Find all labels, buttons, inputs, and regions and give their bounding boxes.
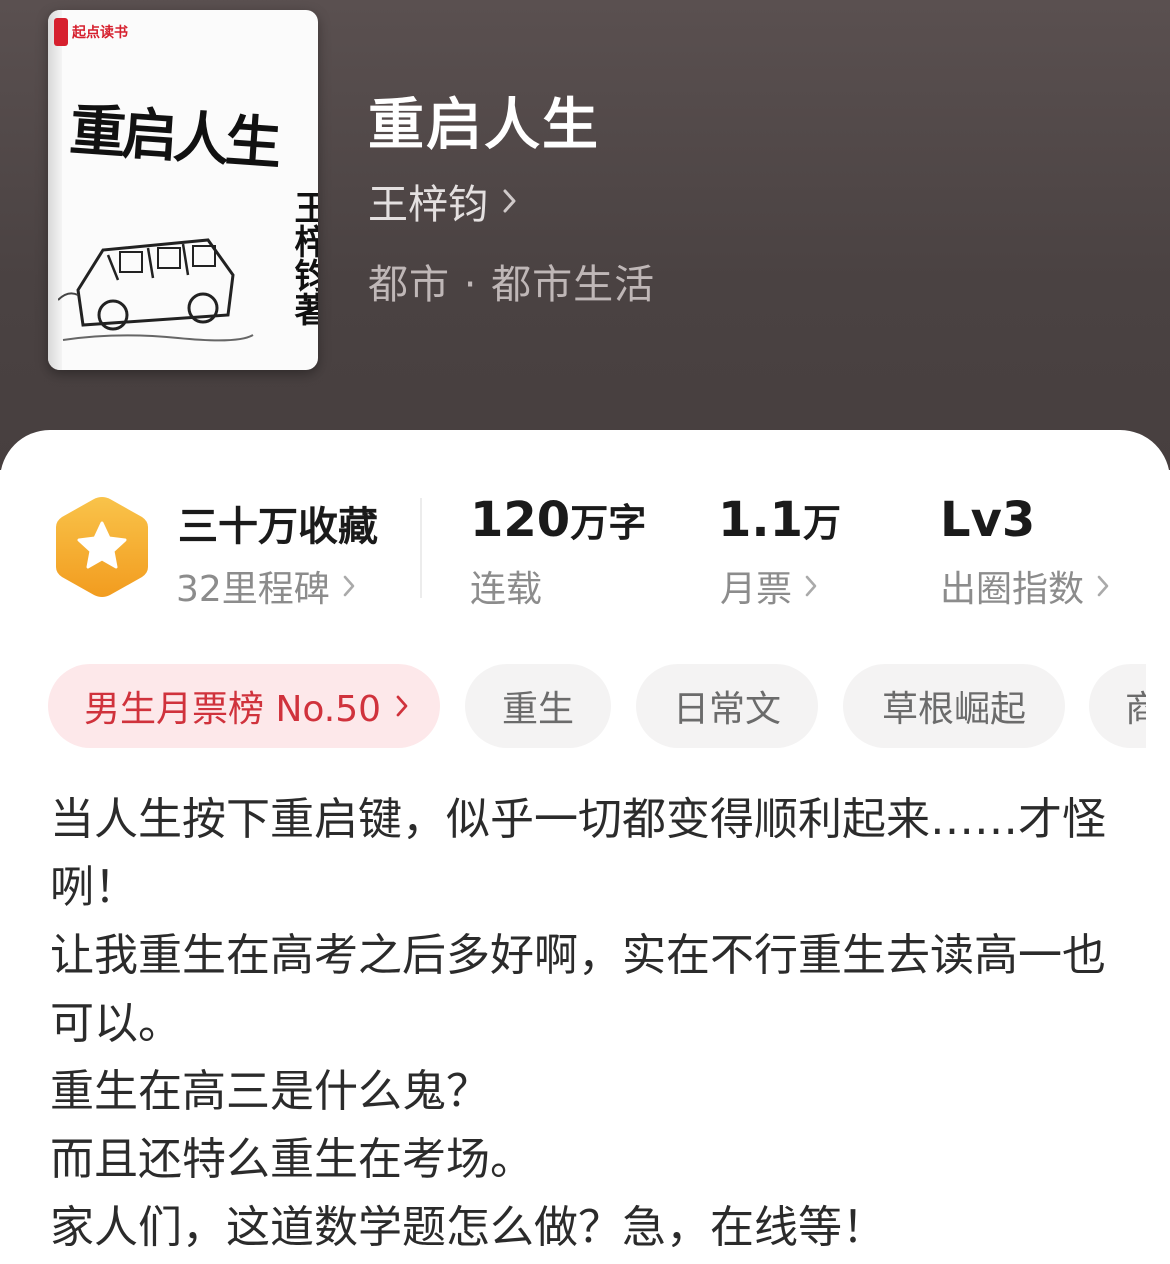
cover-title: 重启人生 bbox=[67, 96, 280, 178]
monthly-ticket-label: 月票 bbox=[720, 569, 793, 610]
serial-status-label: 连载 bbox=[470, 569, 543, 610]
chevron-right-icon bbox=[343, 575, 355, 597]
word-count: 120万字 bbox=[470, 492, 646, 548]
milestone-label: 32里程碑 bbox=[176, 569, 330, 610]
collection-count: 三十万收藏 bbox=[178, 504, 378, 550]
cover-author: 王梓钧著 bbox=[288, 190, 318, 326]
publisher-logo-text: 起点读书 bbox=[72, 25, 128, 41]
synopsis-paragraph: 当人生按下重启键，似乎一切都变得顺利起来……才怪咧！ bbox=[50, 794, 1106, 913]
influence-link[interactable]: 出圈指数 bbox=[940, 560, 1110, 612]
book-cover[interactable]: 起点读书 重启人生 王梓钧著 bbox=[48, 10, 318, 370]
book-genre: 都市 · 都市生活 bbox=[368, 262, 656, 308]
chevron-right-icon bbox=[805, 575, 817, 597]
monthly-ticket-unit: 万 bbox=[803, 501, 842, 545]
rank-tag[interactable]: 男生月票榜 No.50 bbox=[48, 664, 440, 748]
synopsis-paragraph: 让我重生在高考之后多好啊，实在不行重生去读高一也可以。 bbox=[50, 930, 1106, 1049]
chevron-right-icon bbox=[503, 189, 516, 213]
chevron-right-icon bbox=[396, 695, 408, 717]
publisher-logo: 起点读书 bbox=[54, 18, 128, 46]
monthly-ticket-link[interactable]: 月票 bbox=[720, 560, 818, 612]
monthly-ticket-number: 1.1 bbox=[718, 492, 804, 548]
influence-level: Lv3 bbox=[940, 492, 1036, 548]
star-hexagon-icon bbox=[56, 497, 148, 597]
synopsis-paragraph: 重生在高三是什么鬼？ bbox=[50, 1066, 490, 1117]
influence-label: 出圈指数 bbox=[940, 569, 1085, 610]
author-name: 王梓钧 bbox=[368, 182, 488, 228]
publisher-logo-icon bbox=[54, 18, 68, 46]
tag-item[interactable]: 日常文 bbox=[636, 664, 818, 748]
rank-tag-label: 男生月票榜 No.50 bbox=[84, 689, 382, 730]
milestone-link[interactable]: 32里程碑 bbox=[176, 560, 356, 612]
tag-item[interactable]: 重生 bbox=[465, 664, 611, 748]
word-count-number: 120 bbox=[470, 492, 571, 548]
stats-divider bbox=[420, 498, 422, 598]
tag-item[interactable]: 草根崛起 bbox=[843, 664, 1065, 748]
monthly-ticket-count: 1.1万 bbox=[718, 492, 841, 548]
synopsis-paragraph: 家人们，这道数学题怎么做？急，在线等！ bbox=[50, 1202, 886, 1253]
tag-item[interactable]: 商 bbox=[1089, 664, 1146, 748]
book-synopsis: 当人生按下重启键，似乎一切都变得顺利起来……才怪咧！ 让我重生在高考之后多好啊，… bbox=[50, 786, 1130, 1262]
word-count-unit: 万字 bbox=[570, 501, 647, 545]
author-link[interactable]: 王梓钧 bbox=[368, 172, 518, 230]
chevron-right-icon bbox=[1097, 575, 1109, 597]
tag-list: 男生月票榜 No.50 重生 日常文 草根崛起 商 bbox=[48, 664, 1146, 750]
car-sketch-illustration bbox=[58, 238, 254, 342]
serial-status: 连载 bbox=[470, 560, 542, 612]
book-title: 重启人生 bbox=[368, 93, 600, 158]
synopsis-paragraph: 而且还特么重生在考场。 bbox=[50, 1134, 534, 1185]
